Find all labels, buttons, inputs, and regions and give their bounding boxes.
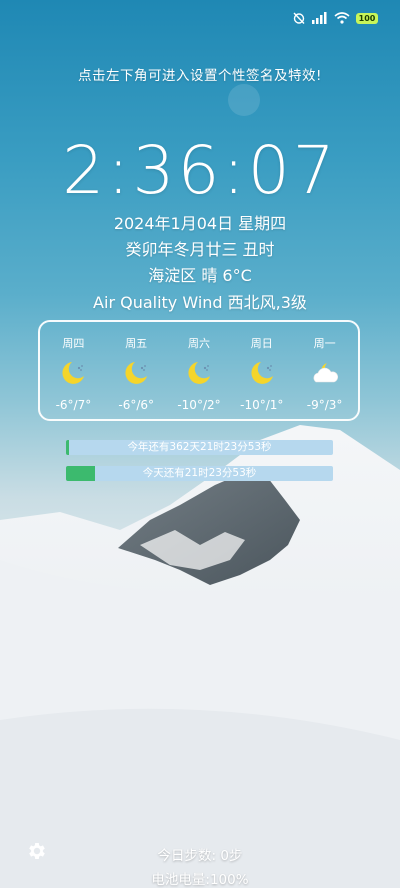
signature-hint[interactable]: 点击左下角可进入设置个性签名及特效!	[0, 64, 400, 84]
moon-cloud-icon	[62, 362, 85, 384]
forecast-day: 周五 -6°/6°	[105, 322, 167, 419]
battery-level-text: 电池电量:100%	[151, 872, 249, 888]
cloudy-moon-icon	[313, 363, 338, 383]
forecast-temp: -9°/3°	[306, 398, 343, 412]
lunar-date-line: 癸卯年冬月廿三 丑时	[125, 240, 275, 259]
signal-icon	[312, 12, 328, 24]
forecast-day: 周日 -10°/1°	[231, 322, 293, 419]
forecast-day-name: 周日	[250, 337, 273, 350]
moon-cloud-icon	[188, 362, 210, 384]
air-wind-line: Air Quality Wind 西北风,3级	[93, 293, 307, 312]
forecast-day-name: 周五	[125, 337, 148, 350]
wifi-icon	[334, 12, 350, 24]
year-progress-bar: 今年还有362天21时23分53秒	[66, 440, 333, 455]
alarm-off-icon	[292, 11, 306, 25]
forecast-temp: -6°/6°	[118, 398, 155, 412]
battery-icon: 100	[356, 12, 378, 24]
forecast-day-name: 周四	[62, 337, 85, 350]
forecast-day: 周六 -10°/2°	[168, 322, 230, 419]
year-progress-label: 今年还有362天21时23分53秒	[127, 441, 272, 453]
forecast-panel[interactable]: 周四 -6°/7° 周五 -6°/6° 周六 -10°/2° 周日 -10°/1…	[38, 320, 360, 421]
date-line: 2024年1月04日 星期四	[113, 214, 287, 233]
clock-time: 2:36:07	[62, 132, 338, 209]
forecast-day-name: 周六	[187, 337, 210, 350]
day-progress-bar: 今天还有21时23分53秒	[66, 466, 333, 481]
forecast-day: 周一 -9°/3°	[294, 322, 356, 419]
moon-cloud-icon	[251, 362, 273, 384]
weather-now-line: 海淀区 晴 6°C	[148, 266, 252, 285]
status-bar: 100	[292, 8, 378, 28]
forecast-day-name: 周一	[313, 337, 336, 350]
step-count: 今日步数: 0步	[157, 848, 243, 864]
forecast-temp: -10°/1°	[240, 398, 284, 412]
forecast-temp: -6°/7°	[55, 398, 92, 412]
forecast-day: 周四 -6°/7°	[42, 322, 104, 419]
day-progress-label: 今天还有21时23分53秒	[142, 467, 257, 479]
forecast-temp: -10°/2°	[177, 398, 221, 412]
moon-cloud-icon	[125, 362, 148, 384]
